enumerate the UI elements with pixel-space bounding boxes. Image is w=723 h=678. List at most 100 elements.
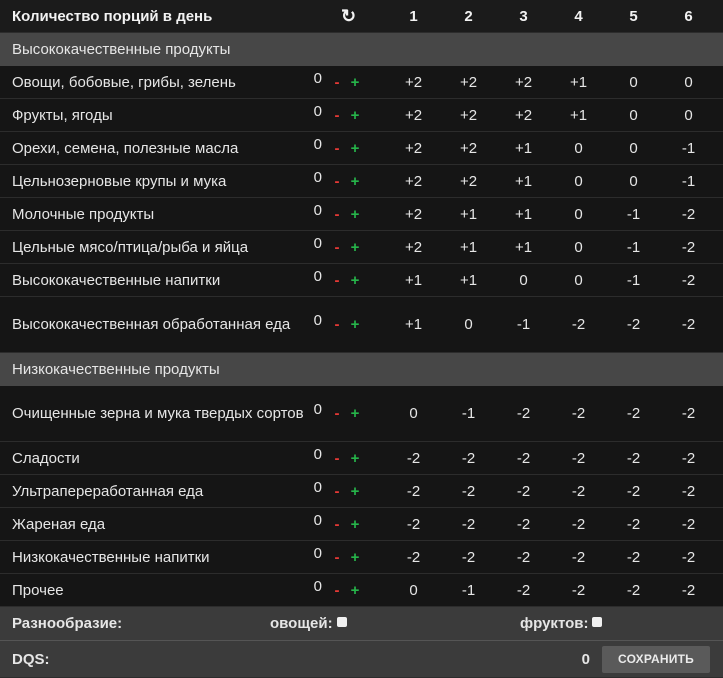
serving-controls: 0- +: [306, 202, 386, 223]
score-cell: +1: [569, 106, 588, 124]
score-cell: +1: [459, 205, 478, 223]
serving-count: 0: [313, 234, 322, 252]
increment-button[interactable]: +: [348, 107, 362, 124]
score-cell: -1: [681, 172, 696, 190]
score-cell: -2: [406, 449, 421, 467]
food-row: Молочные продукты 0- + +2 +1 +1 0 -1 -2: [0, 198, 723, 231]
decrement-button[interactable]: -: [326, 107, 348, 124]
score-cell: -2: [406, 548, 421, 566]
increment-button[interactable]: +: [348, 483, 362, 500]
food-name: Молочные продукты: [12, 205, 155, 223]
serving-count: 0: [313, 102, 322, 120]
decrement-button[interactable]: -: [326, 74, 348, 91]
increment-button[interactable]: +: [348, 549, 362, 566]
decrement-button[interactable]: -: [326, 206, 348, 223]
score-cell: -1: [626, 238, 641, 256]
serving-controls: 0- +: [306, 312, 386, 333]
increment-button[interactable]: +: [348, 450, 362, 467]
score-cell: -2: [571, 581, 586, 599]
vegetables-checkbox[interactable]: [336, 617, 347, 627]
increment-button[interactable]: +: [348, 140, 362, 157]
score-cell: +1: [514, 139, 533, 157]
decrement-button[interactable]: -: [326, 272, 348, 289]
decrement-button[interactable]: -: [326, 450, 348, 467]
food-row: Цельные мясо/птица/рыба и яйца 0- + +2 +1 +1 0…: [0, 231, 723, 264]
dqs-label: DQS:: [12, 650, 50, 668]
score-cell: 0: [629, 106, 638, 124]
column-header: 4: [574, 7, 583, 25]
increment-button[interactable]: +: [348, 516, 362, 533]
decrement-button[interactable]: -: [326, 239, 348, 256]
diversity-row: Разнообразие: овощей: фруктов:: [0, 607, 723, 641]
increment-button[interactable]: +: [348, 239, 362, 256]
food-name: Высококачественные напитки: [12, 271, 221, 289]
score-cell: 0: [574, 238, 583, 256]
score-cell: -1: [461, 581, 476, 599]
decrement-button[interactable]: -: [326, 173, 348, 190]
food-name: Прочее: [12, 581, 64, 599]
serving-count: 0: [313, 69, 322, 87]
score-cell: +2: [404, 139, 423, 157]
food-row: Высококачественная обработанная еда 0- + +1…: [0, 297, 723, 353]
score-cell: +2: [459, 172, 478, 190]
column-header: 3: [519, 7, 528, 25]
score-cell: -2: [681, 548, 696, 566]
increment-button[interactable]: +: [348, 316, 362, 333]
increment-button[interactable]: +: [348, 582, 362, 599]
decrement-button[interactable]: -: [326, 483, 348, 500]
header-title: Количество порций в день: [12, 7, 213, 25]
food-name: Цельные мясо/птица/рыба и яйца: [12, 238, 249, 256]
score-cell: 0: [629, 139, 638, 157]
category-title: Низкокачественные продукты: [12, 361, 220, 378]
serving-count: 0: [313, 577, 322, 595]
score-cell: +2: [459, 106, 478, 124]
decrement-button[interactable]: -: [326, 140, 348, 157]
score-cell: -2: [626, 548, 641, 566]
score-cell: -2: [461, 449, 476, 467]
decrement-button[interactable]: -: [326, 582, 348, 599]
food-row: Овощи, бобовые, грибы, зелень 0- + +2 +2 +2 +1…: [0, 66, 723, 99]
decrement-button[interactable]: -: [326, 405, 348, 422]
increment-button[interactable]: +: [348, 272, 362, 289]
score-cell: -2: [681, 581, 696, 599]
increment-button[interactable]: +: [348, 173, 362, 190]
score-cell: -2: [626, 405, 641, 422]
decrement-button[interactable]: -: [326, 316, 348, 333]
score-cell: -2: [406, 515, 421, 533]
save-button[interactable]: СОХРАНИТЬ: [602, 645, 710, 673]
serving-count: 0: [313, 201, 322, 219]
score-cell: +1: [404, 316, 423, 333]
food-name: Очищенные зерна и мука твердых сортов: [12, 405, 304, 422]
food-name: Овощи, бобовые, грибы, зелень: [12, 73, 236, 91]
vegetables-label: овощей:: [270, 615, 333, 632]
score-cell: -2: [681, 205, 696, 223]
score-cell: 0: [574, 139, 583, 157]
refresh-icon[interactable]: ↻: [341, 6, 356, 27]
category-title: Высококачественные продукты: [12, 41, 231, 58]
score-cell: 0: [684, 106, 693, 124]
increment-button[interactable]: +: [348, 405, 362, 422]
score-cell: 0: [464, 316, 473, 333]
food-name: Цельнозерновые крупы и мука: [12, 172, 227, 190]
score-cell: 0: [574, 172, 583, 190]
decrement-button[interactable]: -: [326, 549, 348, 566]
score-cell: -2: [571, 482, 586, 500]
score-cell: -2: [516, 405, 531, 422]
serving-controls: 0- +: [306, 169, 386, 190]
score-cell: 0: [629, 172, 638, 190]
serving-controls: 0- +: [306, 70, 386, 91]
score-cell: -2: [681, 405, 696, 422]
score-cell: +1: [459, 238, 478, 256]
decrement-button[interactable]: -: [326, 516, 348, 533]
food-name: Низкокачественные напитки: [12, 548, 210, 566]
food-row: Цельнозерновые крупы и мука 0- + +2 +2 +1 0 0 -1: [0, 165, 723, 198]
food-name: Ультрапереработанная еда: [12, 482, 204, 500]
increment-button[interactable]: +: [348, 74, 362, 91]
fruits-checkbox[interactable]: [592, 617, 603, 627]
food-row: Прочее 0- +0 -1 -2 -2 -2 -2: [0, 574, 723, 607]
increment-button[interactable]: +: [348, 206, 362, 223]
food-row: Сладости 0- + -2 -2 -2 -2 -2 -2: [0, 442, 723, 475]
score-cell: -2: [461, 548, 476, 566]
food-name: Высококачественная обработанная еда: [12, 316, 291, 333]
food-name: Сладости: [12, 449, 80, 467]
